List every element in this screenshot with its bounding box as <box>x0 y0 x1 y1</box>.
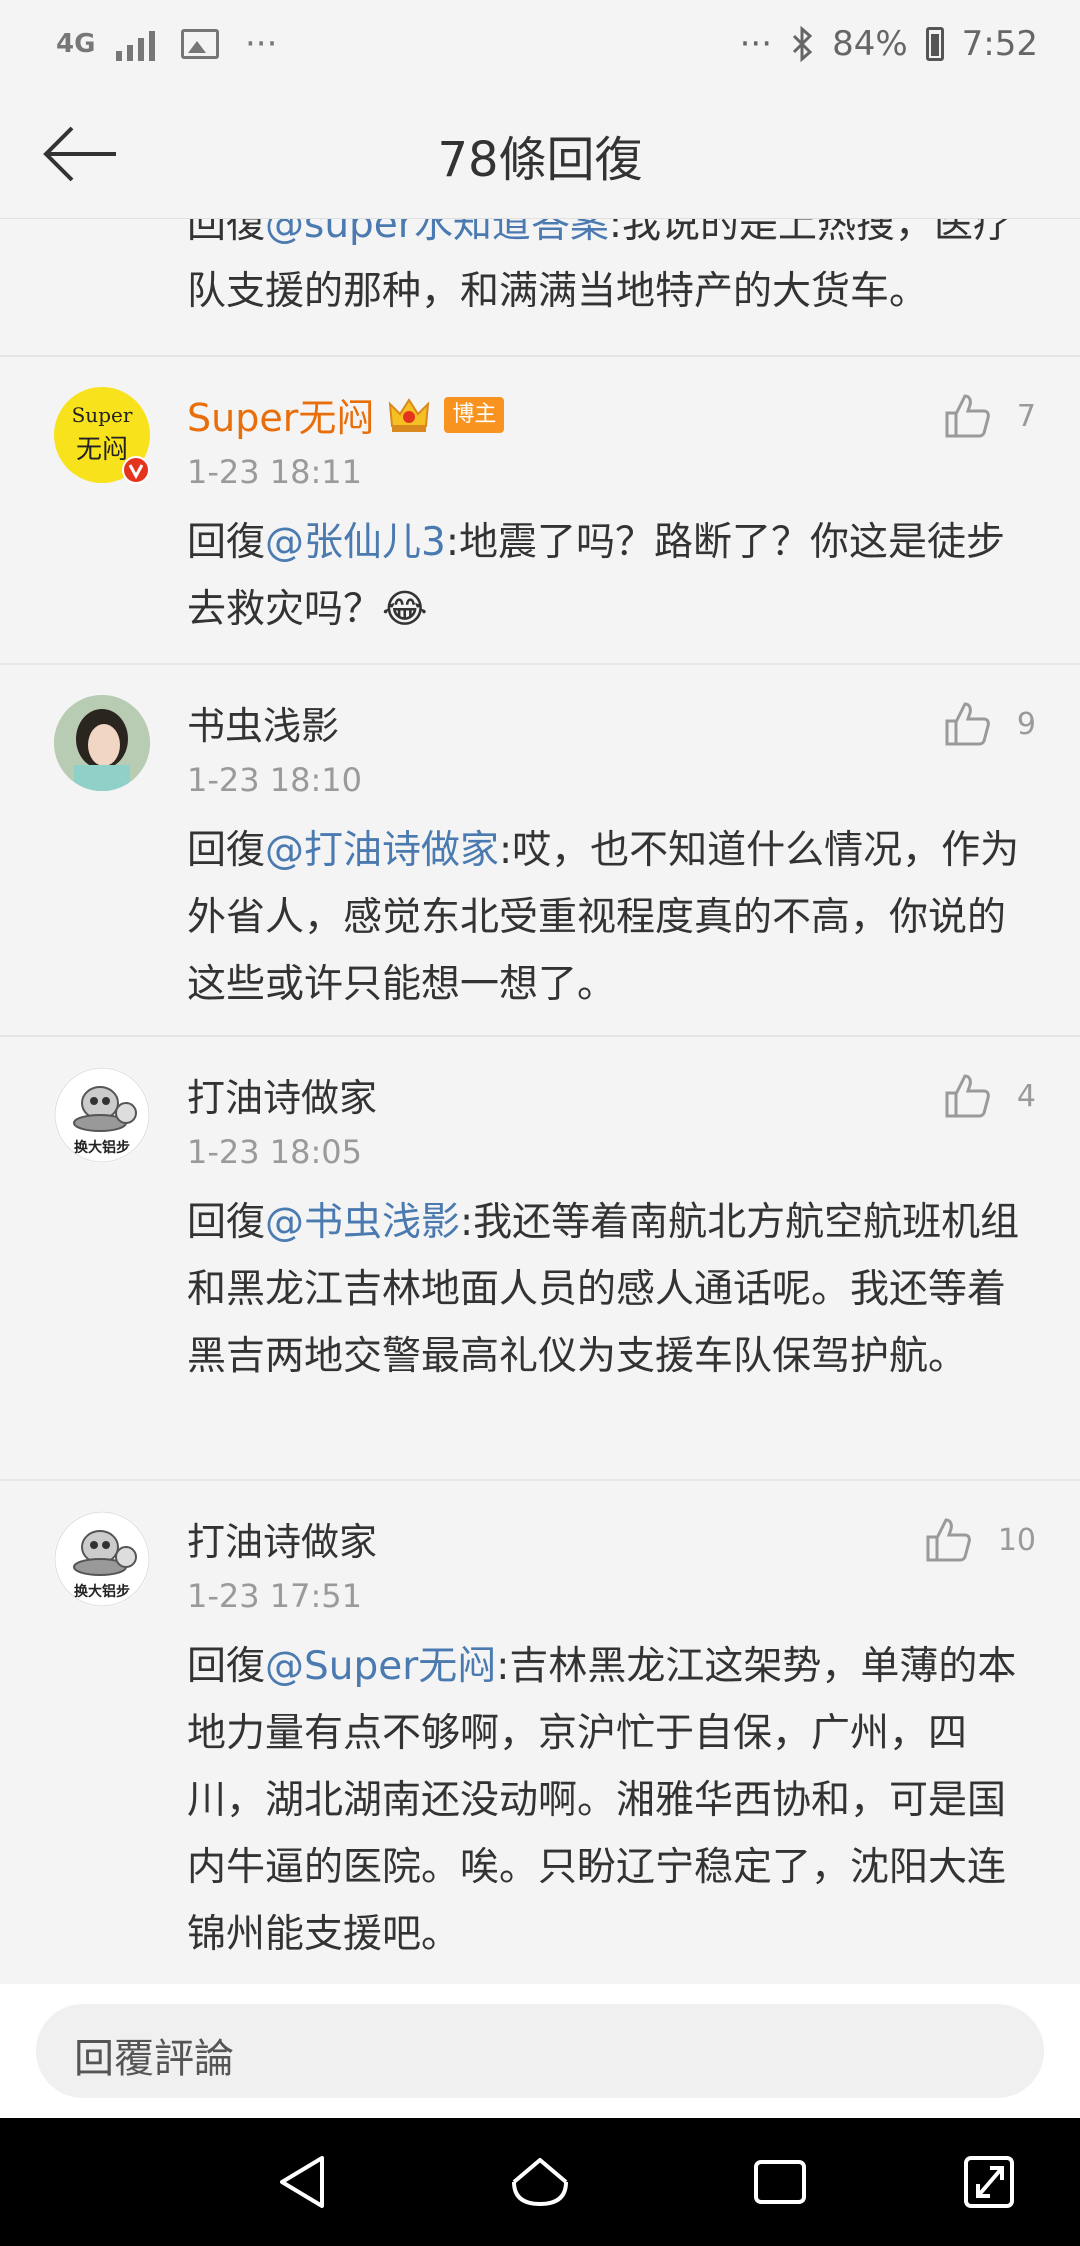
title-bar: 78條回復 <box>0 90 1080 219</box>
comment-text: 回復@张仙儿3:地震了吗？路断了？你这是徒步去救灾吗？😂 <box>187 509 1037 643</box>
reply-prefix: 回復 <box>187 520 266 565</box>
battery-percent: 84% <box>832 24 908 64</box>
blogger-badge: 博主 <box>444 396 505 433</box>
like-button[interactable]: 10 <box>924 1517 1036 1563</box>
page-title: 78條回復 <box>437 132 643 188</box>
list-item[interactable]: 回復@super水知道答案:我说的是上热搜，医疗队支援的那种，和满满当地特产的大… <box>0 219 1080 357</box>
thumbs-up-icon <box>926 1518 971 1562</box>
mention-link[interactable]: @书虫浅影 <box>265 1200 460 1245</box>
comment-text: 回復@书虫浅影:我还等着南航北方航空航班机组和黑龙江吉林地面人员的感人通话呢。我… <box>187 1189 1037 1390</box>
nav-back-icon[interactable] <box>276 2152 328 2212</box>
image-notification-icon <box>181 29 219 59</box>
reply-prefix: 回復 <box>187 1644 266 1689</box>
list-item[interactable]: 换大铝步 打油诗做家 1-23 18:05 4 回復@书虫浅影:我还等着南航北方… <box>0 1037 1080 1481</box>
like-button[interactable]: 7 <box>943 393 1036 439</box>
clock: 7:52 <box>961 24 1038 64</box>
reply-input[interactable]: 回覆評論 <box>36 2004 1044 2098</box>
avatar[interactable]: 换大铝步 <box>54 1511 150 1607</box>
like-count: 10 <box>997 1522 1036 1558</box>
signal-icon <box>116 27 155 61</box>
comment-list[interactable]: 回復@super水知道答案:我说的是上热搜，医疗队支援的那种，和满满当地特产的大… <box>0 219 1080 1984</box>
list-item[interactable]: 书虫浅影 1-23 18:10 9 回復@打油诗做家:哎，也不知道什么情况，作为… <box>0 665 1080 1037</box>
comment-time: 1-23 18:10 <box>187 761 363 799</box>
thumbs-up-icon <box>945 702 990 746</box>
author-name-text[interactable]: 书虫浅影 <box>187 695 339 750</box>
comment-text: 回復@Super无闷:吉林黑龙江这架势，单薄的本地力量有点不够啊，京沪忙于自保，… <box>187 1633 1037 1968</box>
nav-expand-icon[interactable] <box>962 2152 1018 2212</box>
reply-prefix: 回復 <box>187 828 266 873</box>
like-count: 9 <box>1016 706 1036 742</box>
mention-link[interactable]: @Super无闷 <box>265 1644 496 1689</box>
list-item[interactable]: 换大铝步 打油诗做家 1-23 17:51 10 回復@Super无闷:吉林黑龙… <box>0 1481 1080 1984</box>
list-item[interactable]: Super 无闷 Super无闷 博主 1-23 18:11 7 回復@张仙儿3… <box>0 357 1080 665</box>
avatar-caption: 换大铝步 <box>74 1584 130 1600</box>
like-count: 7 <box>1016 398 1036 434</box>
bluetooth-icon <box>793 26 813 62</box>
avatar[interactable]: 换大铝步 <box>54 1067 150 1163</box>
like-button[interactable]: 9 <box>943 701 1036 747</box>
verified-v-icon <box>122 456 150 484</box>
crown-icon <box>389 397 430 432</box>
system-nav-bar <box>0 2118 1080 2246</box>
mention-link[interactable]: @打油诗做家 <box>265 828 499 873</box>
comment-time: 1-23 18:11 <box>187 453 363 491</box>
comment-time: 1-23 17:51 <box>187 1577 363 1615</box>
more-notifications-icon: ··· <box>245 24 278 64</box>
status-bar: 4G ··· ··· 84% 7:52 <box>0 0 1080 90</box>
reply-placeholder: 回覆評論 <box>74 2036 234 2082</box>
thumbs-up-icon <box>945 1074 990 1118</box>
author-name-text[interactable]: 打油诗做家 <box>187 1067 377 1122</box>
comment-body: :吉林黑龙江这架势，单薄的本地力量有点不够啊，京沪忙于自保，广州，四川，湖北湖南… <box>187 1644 1017 1957</box>
author-name[interactable]: 书虫浅影 <box>187 695 339 750</box>
nav-recents-icon[interactable] <box>752 2152 808 2212</box>
comment-text: 回復@打油诗做家:哎，也不知道什么情况，作为外省人，感觉东北受重视程度真的不高，… <box>187 817 1037 1018</box>
thumbs-up-icon <box>945 394 990 438</box>
battery-icon <box>925 27 944 61</box>
author-name-text[interactable]: Super无闷 <box>187 387 374 442</box>
reply-prefix: 回復 <box>187 1200 266 1245</box>
nav-home-icon[interactable] <box>508 2152 572 2212</box>
avatar[interactable] <box>54 695 150 791</box>
status-right: ··· 84% 7:52 <box>740 24 1038 64</box>
network-4g-icon: 4G <box>56 29 96 59</box>
more-status-icon: ··· <box>739 24 773 64</box>
status-left: 4G ··· <box>56 24 277 64</box>
avatar-photo <box>54 695 150 791</box>
comment-text: 回復@super水知道答案:我说的是上热搜，医疗队支援的那种，和满满当地特产的大… <box>187 219 1037 325</box>
like-count: 4 <box>1016 1078 1036 1114</box>
reply-prefix: 回復 <box>187 219 266 247</box>
reply-bar: 回覆評論 <box>0 1984 1080 2118</box>
avatar-caption: 换大铝步 <box>74 1140 130 1156</box>
avatar-text: Super <box>71 403 133 427</box>
author-name[interactable]: 打油诗做家 <box>187 1511 377 1566</box>
author-name[interactable]: 打油诗做家 <box>187 1067 377 1122</box>
comment-time: 1-23 18:05 <box>187 1133 363 1171</box>
mention-link[interactable]: @张仙儿3 <box>265 520 446 565</box>
like-button[interactable]: 4 <box>943 1073 1036 1119</box>
author-name-text[interactable]: 打油诗做家 <box>187 1511 377 1566</box>
mention-link[interactable]: @super水知道答案 <box>265 219 609 247</box>
author-name[interactable]: Super无闷 博主 <box>187 387 505 442</box>
